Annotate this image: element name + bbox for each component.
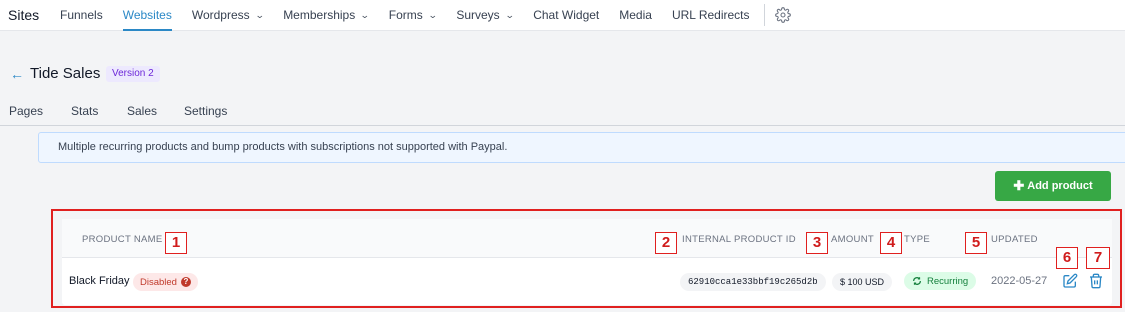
chevron-down-icon: ⌄ [427, 9, 438, 20]
column-header-type: TYPE [904, 234, 931, 245]
nav-url-redirects[interactable]: URL Redirects [672, 0, 750, 31]
page-title: Tide Sales [30, 65, 101, 82]
tab-sales[interactable]: Sales [127, 104, 157, 118]
column-header-amount: AMOUNT [831, 234, 874, 245]
annotation-marker-4: 4 [880, 232, 902, 254]
tab-pages[interactable]: Pages [9, 104, 43, 118]
plus-icon: ✚ [1013, 178, 1025, 193]
chevron-down-icon: ⌄ [254, 9, 265, 20]
annotation-marker-2: 2 [655, 232, 677, 254]
chevron-down-icon: ⌄ [504, 9, 515, 20]
product-name[interactable]: Black Friday [69, 275, 130, 287]
column-header-updated: UPDATED [991, 234, 1038, 245]
gear-icon[interactable] [773, 5, 793, 25]
info-notice: Multiple recurring products and bump pro… [38, 132, 1125, 163]
updated-date: 2022-05-27 [991, 275, 1048, 287]
nav-wordpress[interactable]: Wordpress ⌄ [192, 0, 265, 31]
nav-websites[interactable]: Websites [122, 0, 172, 31]
amount-badge: $ 100 USD [832, 273, 893, 291]
status-badge: Disabled ? [133, 273, 198, 291]
internal-product-id: 62910cca1e33bbf19c265d2b [680, 273, 826, 291]
tab-bar: Pages Stats Sales Settings [0, 104, 1125, 126]
brand-title: Sites [8, 7, 40, 23]
annotation-marker-7: 7 [1086, 247, 1110, 269]
edit-icon[interactable] [1062, 273, 1078, 289]
question-circle-icon[interactable]: ? [180, 277, 191, 287]
nav-divider [763, 4, 765, 26]
version-badge: Version 2 [106, 66, 160, 82]
tab-settings[interactable]: Settings [184, 104, 227, 118]
annotation-marker-5: 5 [965, 232, 987, 254]
trash-icon[interactable] [1088, 273, 1104, 289]
annotation-marker-6: 6 [1056, 247, 1078, 269]
products-table: PRODUCT NAME INTERNAL PRODUCT ID AMOUNT … [62, 219, 1112, 305]
tab-stats[interactable]: Stats [71, 104, 98, 118]
type-badge: Recurring [904, 272, 977, 290]
top-nav: Sites Funnels Websites Wordpress ⌄ Member… [0, 0, 1125, 31]
refresh-icon [913, 277, 921, 285]
nav-forms[interactable]: Forms ⌄ [389, 0, 438, 31]
chevron-down-icon: ⌄ [360, 9, 370, 20]
add-product-button[interactable]: ✚ Add product [995, 171, 1111, 201]
arrow-left-icon[interactable]: ← [10, 66, 24, 82]
table-header: PRODUCT NAME INTERNAL PRODUCT ID AMOUNT … [62, 219, 1112, 258]
nav-media[interactable]: Media [619, 0, 652, 31]
nav-surveys[interactable]: Surveys ⌄ [456, 0, 515, 31]
column-header-internal-id: INTERNAL PRODUCT ID [682, 234, 796, 245]
annotation-marker-3: 3 [806, 232, 828, 254]
nav-chat-widget[interactable]: Chat Widget [533, 0, 599, 31]
nav-memberships[interactable]: Memberships ⌄ [283, 0, 370, 31]
annotation-marker-1: 1 [165, 232, 187, 254]
column-header-product-name: PRODUCT NAME [82, 234, 163, 245]
nav-funnels[interactable]: Funnels [60, 0, 103, 31]
